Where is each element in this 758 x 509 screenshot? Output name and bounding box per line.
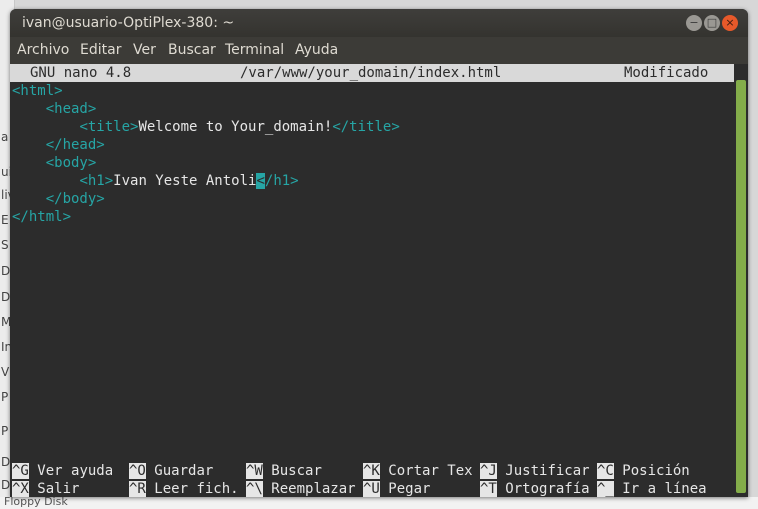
shortcut-cortar[interactable]: ^K Cortar Tex (363, 462, 473, 480)
close-button[interactable]: × (722, 15, 738, 31)
code-line: <body> (45, 155, 97, 171)
bg-fragment: D (1, 264, 11, 278)
shortcut-buscar[interactable]: ^W Buscar (246, 462, 322, 480)
bg-fragment: P (1, 424, 9, 438)
menu-terminal[interactable]: Terminal (225, 42, 284, 58)
maximize-button[interactable]: □ (704, 15, 720, 31)
shortcut-leer-fichero[interactable]: ^R Leer fich. (129, 480, 239, 497)
code-line: <title>Welcome to Your_domain!</title> (79, 119, 400, 135)
shortcut-ver-ayuda[interactable]: ^G Ver ayuda (12, 462, 113, 480)
code-line: </body> (45, 191, 105, 207)
shortcut-salir[interactable]: ^X Salir (12, 480, 79, 497)
nano-status: Modificado (624, 65, 709, 81)
scrollbar[interactable] (734, 64, 748, 497)
code-line: </html> (12, 209, 72, 225)
shortcut-ir-a-linea[interactable]: ^_ Ir a línea (597, 480, 707, 497)
bg-fragment: D (1, 290, 11, 304)
shortcut-guardar[interactable]: ^O Guardar (129, 462, 213, 480)
code-line: <head> (45, 101, 97, 117)
text-cursor: < (256, 173, 265, 189)
code-line: </head> (45, 137, 105, 153)
menu-bar: Archivo Editar Ver Buscar Terminal Ayuda (10, 37, 748, 64)
nano-version: GNU nano 4.8 (30, 65, 132, 81)
bg-fragment: a (1, 130, 9, 144)
bg-fragment: S (1, 238, 9, 252)
bg-fragment: E (1, 213, 9, 227)
minimize-button[interactable]: − (686, 15, 702, 31)
bg-fragment: P (1, 390, 9, 404)
menu-editar[interactable]: Editar (80, 42, 121, 58)
menu-buscar[interactable]: Buscar (168, 42, 216, 58)
code-line: <html> (12, 83, 63, 99)
background-bottom-strip: Floppy Disk (0, 495, 758, 509)
shortcut-justificar[interactable]: ^J Justificar (480, 462, 590, 480)
nano-filename: /var/www/your_domain/index.html (240, 65, 502, 81)
terminal-window: ivan@usuario-OptiPlex-380: ~ − □ × Archi… (10, 9, 748, 497)
code-line: <h1>Ivan Yeste Antoli</h1> (79, 173, 299, 189)
bg-fragment: D (1, 455, 11, 469)
title-bar[interactable]: ivan@usuario-OptiPlex-380: ~ − □ × (10, 9, 748, 37)
shortcut-posicion[interactable]: ^C Posición (597, 462, 690, 480)
window-title: ivan@usuario-OptiPlex-380: ~ (22, 15, 235, 31)
shortcut-ortografia[interactable]: ^T Ortografía (480, 480, 590, 497)
shortcut-reemplazar[interactable]: ^\ Reemplazar (246, 480, 356, 497)
bg-fragment: V (1, 365, 10, 379)
scrollbar-thumb[interactable] (736, 80, 746, 493)
menu-ver[interactable]: Ver (133, 42, 156, 58)
terminal-area[interactable]: GNU nano 4.8 /var/www/your_domain/index.… (10, 64, 734, 497)
bg-fragment: D (1, 478, 11, 492)
nano-header-bar: GNU nano 4.8 /var/www/your_domain/index.… (10, 64, 734, 82)
menu-archivo[interactable]: Archivo (17, 42, 69, 58)
shortcut-pegar[interactable]: ^U Pegar (363, 480, 430, 497)
menu-ayuda[interactable]: Ayuda (295, 42, 338, 58)
